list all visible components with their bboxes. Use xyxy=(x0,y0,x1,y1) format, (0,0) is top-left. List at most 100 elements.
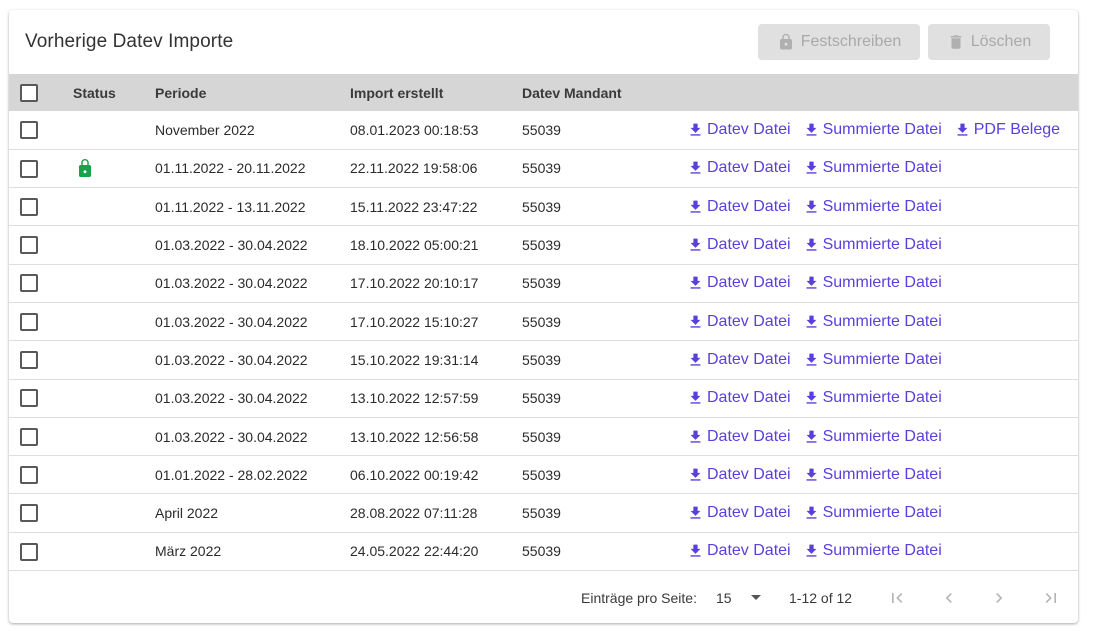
lock-button[interactable]: Festschreiben xyxy=(758,24,920,60)
datev-file-link[interactable]: Datev Datei xyxy=(687,198,791,216)
row-select-cell xyxy=(9,302,73,340)
download-icon xyxy=(806,430,817,443)
summed-file-link[interactable]: Summierte Datei xyxy=(803,274,942,292)
row-select-cell xyxy=(9,456,73,494)
chevron-down-icon[interactable] xyxy=(751,595,761,600)
created-cell: 08.01.2023 00:18:53 xyxy=(350,121,479,138)
download-icon xyxy=(806,276,817,289)
summed-file-link[interactable]: Summierte Datei xyxy=(803,389,942,407)
card-header: Vorherige Datev Importe Festschreiben Lö… xyxy=(9,10,1078,74)
datev-file-link[interactable]: Datev Datei xyxy=(687,504,791,522)
created-cell: 06.10.2022 00:19:42 xyxy=(350,466,479,483)
pdf-receipts-link[interactable]: PDF Belege xyxy=(954,121,1060,139)
summed-file-link[interactable]: Summierte Datei xyxy=(803,313,942,331)
status-cell xyxy=(73,532,155,570)
summed-file-link[interactable]: Summierte Datei xyxy=(803,159,942,177)
last-page-button[interactable] xyxy=(1039,586,1063,610)
per-page-select[interactable]: 15 xyxy=(716,590,732,606)
mandant-cell: 55039 xyxy=(522,390,561,407)
period-cell: 01.11.2022 - 20.11.2022 xyxy=(155,160,306,177)
summed-file-link[interactable]: Summierte Datei xyxy=(803,236,942,254)
datev-file-link-label: Datev Datei xyxy=(707,312,791,330)
datev-file-link[interactable]: Datev Datei xyxy=(687,389,791,407)
table-row: März 2022 24.05.2022 22:44:20 55039 Datev D… xyxy=(9,532,1078,571)
next-page-button[interactable] xyxy=(987,586,1011,610)
status-cell xyxy=(73,264,155,302)
datev-file-link[interactable]: Datev Datei xyxy=(687,236,791,254)
row-checkbox[interactable] xyxy=(20,389,38,408)
row-checkbox[interactable] xyxy=(20,312,38,331)
summed-file-link[interactable]: Summierte Datei xyxy=(803,466,942,484)
trash-icon xyxy=(950,35,961,49)
datev-file-link-label: Datev Datei xyxy=(707,159,791,177)
select-all-checkbox[interactable] xyxy=(20,83,38,102)
datev-file-link[interactable]: Datev Datei xyxy=(687,542,791,560)
row-actions: Datev Datei Summierte Datei PDF Belege xyxy=(687,121,1078,139)
created-cell: 24.05.2022 22:44:20 xyxy=(350,543,479,560)
summed-file-link[interactable]: Summierte Datei xyxy=(803,121,942,139)
row-actions: Datev Datei Summierte Datei xyxy=(687,542,1078,560)
table-row: 01.11.2022 - 20.11.2022 22.11.2022 19:58:… xyxy=(9,149,1078,188)
chevron-left-icon xyxy=(945,593,952,603)
row-checkbox[interactable] xyxy=(20,236,38,255)
row-checkbox[interactable] xyxy=(20,197,38,216)
created-cell: 28.08.2022 07:11:28 xyxy=(350,505,478,522)
period-cell: 01.11.2022 - 13.11.2022 xyxy=(155,198,306,215)
download-icon xyxy=(806,238,817,251)
actions-cell: Datev Datei Summierte Datei xyxy=(687,341,1078,379)
summed-file-link[interactable]: Summierte Datei xyxy=(803,351,942,369)
datev-file-link-label: Datev Datei xyxy=(707,389,791,407)
status-cell xyxy=(73,417,155,455)
created-cell: 22.11.2022 19:58:06 xyxy=(350,160,478,177)
download-icon xyxy=(690,545,701,558)
first-page-icon xyxy=(892,593,903,603)
row-checkbox[interactable] xyxy=(20,427,38,446)
datev-file-link[interactable]: Datev Datei xyxy=(687,274,791,292)
table-row: 01.03.2022 - 30.04.2022 17.10.2022 20:10:… xyxy=(9,264,1078,303)
column-header-created[interactable]: Import erstellt xyxy=(350,74,522,111)
column-header-status[interactable]: Status xyxy=(73,74,155,111)
per-page-value: 15 xyxy=(716,590,732,606)
row-select-cell xyxy=(9,341,73,379)
imports-card: Vorherige Datev Importe Festschreiben Lö… xyxy=(9,10,1078,623)
datev-file-link[interactable]: Datev Datei xyxy=(687,428,791,446)
first-page-button[interactable] xyxy=(885,586,909,610)
row-checkbox[interactable] xyxy=(20,351,38,370)
actions-cell: Datev Datei Summierte Datei xyxy=(687,456,1078,494)
delete-button[interactable]: Löschen xyxy=(928,24,1050,60)
download-icon xyxy=(690,315,701,328)
summed-file-link[interactable]: Summierte Datei xyxy=(803,428,942,446)
table-body: November 2022 08.01.2023 00:18:53 55039 Dat… xyxy=(9,111,1078,571)
column-header-mandant[interactable]: Datev Mandant xyxy=(522,74,687,111)
download-icon xyxy=(806,353,817,366)
download-icon xyxy=(690,123,701,136)
period-cell: November 2022 xyxy=(155,121,255,138)
row-actions: Datev Datei Summierte Datei xyxy=(687,159,1078,177)
datev-file-link[interactable]: Datev Datei xyxy=(687,351,791,369)
created-cell: 15.11.2022 23:47:22 xyxy=(350,198,478,215)
summed-file-link-label: Summierte Datei xyxy=(822,465,942,483)
datev-file-link-label: Datev Datei xyxy=(707,236,791,254)
download-icon xyxy=(806,123,817,136)
summed-file-link[interactable]: Summierte Datei xyxy=(803,198,942,216)
row-checkbox[interactable] xyxy=(20,542,38,561)
row-checkbox[interactable] xyxy=(20,465,38,484)
row-checkbox[interactable] xyxy=(20,159,38,178)
datev-file-link[interactable]: Datev Datei xyxy=(687,313,791,331)
row-checkbox[interactable] xyxy=(20,121,38,140)
row-checkbox[interactable] xyxy=(20,274,38,293)
summed-file-link-label: Summierte Datei xyxy=(822,350,942,368)
datev-file-link[interactable]: Datev Datei xyxy=(687,159,791,177)
datev-file-link[interactable]: Datev Datei xyxy=(687,121,791,139)
column-header-period[interactable]: Periode xyxy=(155,74,350,111)
summed-file-link[interactable]: Summierte Datei xyxy=(803,504,942,522)
period-cell: 01.03.2022 - 30.04.2022 xyxy=(155,275,308,292)
datev-file-link[interactable]: Datev Datei xyxy=(687,466,791,484)
row-actions: Datev Datei Summierte Datei xyxy=(687,198,1078,216)
status-cell xyxy=(73,226,155,264)
row-checkbox[interactable] xyxy=(20,504,38,523)
prev-page-button[interactable] xyxy=(937,586,961,610)
summed-file-link[interactable]: Summierte Datei xyxy=(803,542,942,560)
table-header-row: Status Periode Import erstellt Datev Man… xyxy=(9,74,1078,111)
download-icon xyxy=(806,391,817,404)
